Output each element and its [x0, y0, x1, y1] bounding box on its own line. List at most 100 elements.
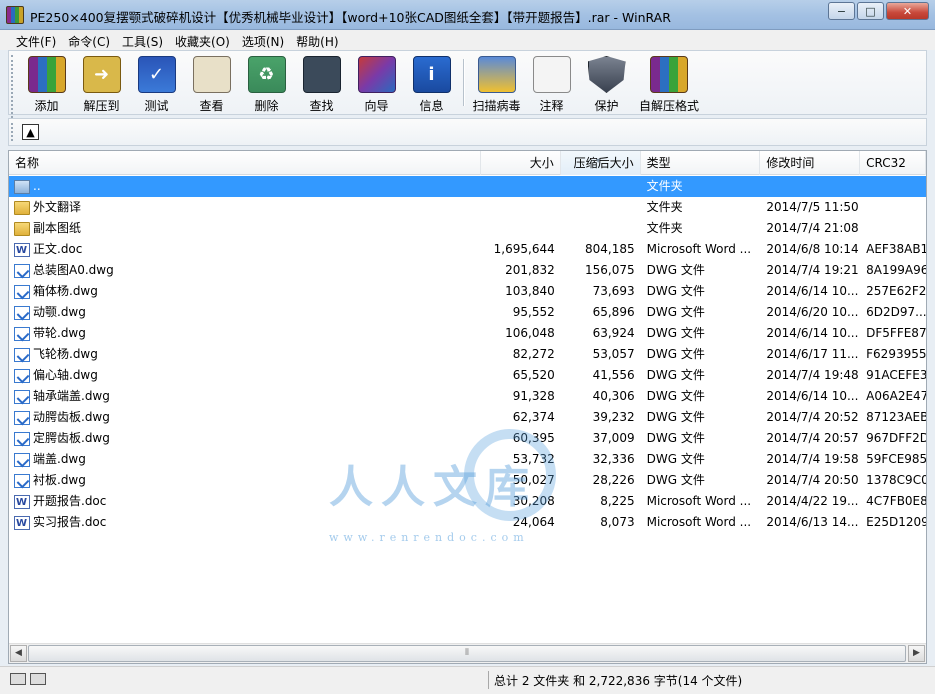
- file-list-header: 名称 大小 ▾ 压缩后大小 类型 修改时间 CRC32: [9, 151, 926, 175]
- scrollbar-thumb[interactable]: ⦀: [28, 645, 906, 662]
- file-row[interactable]: 定腭齿板.dwg 60,395 37,009 DWG 文件 2014/7/4 20:57…: [9, 428, 926, 449]
- word-doc-icon: [14, 492, 30, 512]
- file-row[interactable]: 偏心轴.dwg 65,520 41,556 DWG 文件 2014/7/4 19:48 9…: [9, 365, 926, 386]
- column-header-name[interactable]: 名称: [9, 151, 481, 175]
- toolbar: 添加 ➜ 解压到 ✓ 测试 查看 ♻ 删除 查找 向导 i 信息 扫描病毒 注释…: [8, 50, 927, 118]
- winrar-app-icon[interactable]: [6, 6, 24, 24]
- file-row[interactable]: .. 文件夹: [9, 176, 926, 197]
- add-button[interactable]: 添加: [19, 51, 74, 114]
- file-row[interactable]: 开题报告.doc 30,208 8,225 Microsoft Word ... 201…: [9, 491, 926, 512]
- close-button[interactable]: ✕: [886, 2, 929, 20]
- file-row[interactable]: 实习报告.doc 24,064 8,073 Microsoft Word ... 201…: [9, 512, 926, 533]
- window-controls: − □ ✕: [828, 2, 929, 20]
- file-modified-cell: 2014/7/4 19:21: [766, 263, 859, 277]
- view-button[interactable]: 查看: [184, 51, 239, 114]
- file-name: 轴承端盖.dwg: [33, 389, 110, 403]
- file-crc-cell: 59FCE985: [866, 452, 927, 466]
- file-name: 外文翻译: [33, 200, 82, 214]
- file-row[interactable]: 副本图纸 文件夹 2014/7/4 21:08: [9, 218, 926, 239]
- file-crc-cell: 967DFF2D: [866, 431, 927, 445]
- column-header-modified[interactable]: 修改时间: [760, 151, 861, 175]
- file-row[interactable]: 总装图A0.dwg 201,832 156,075 DWG 文件 2014/7/4 19…: [9, 260, 926, 281]
- column-header-type[interactable]: 类型: [641, 151, 761, 175]
- file-row[interactable]: 外文翻译 文件夹 2014/7/5 11:50: [9, 197, 926, 218]
- menu-file[interactable]: 文件(F): [10, 30, 62, 50]
- file-row[interactable]: 衬板.dwg 50,027 28,226 DWG 文件 2014/7/4 20:50 13…: [9, 470, 926, 491]
- virus-scan-button[interactable]: 扫描病毒: [469, 51, 524, 114]
- wizard-button[interactable]: 向导: [349, 51, 404, 114]
- file-size-cell: 60,395: [512, 431, 555, 445]
- file-type-cell: DWG 文件: [646, 410, 705, 424]
- file-modified-cell: 2014/7/4 21:08: [766, 221, 859, 235]
- horizontal-scrollbar[interactable]: ◀ ⦀ ▶: [9, 643, 926, 663]
- file-type-cell: DWG 文件: [646, 368, 705, 382]
- file-row[interactable]: 端盖.dwg 53,732 32,336 DWG 文件 2014/7/4 19:58 59…: [9, 449, 926, 470]
- file-modified-cell: 2014/7/4 19:48: [766, 368, 859, 382]
- column-header-size[interactable]: 大小: [481, 151, 561, 175]
- extract-to-label: 解压到: [83, 99, 120, 113]
- address-bar-grip[interactable]: [11, 123, 13, 141]
- status-bar: 总计 2 文件夹 和 2,722,836 字节(14 个文件): [0, 666, 935, 694]
- sfx-button[interactable]: 自解压格式: [634, 51, 704, 114]
- file-name-cell: 开题报告.doc: [9, 491, 481, 512]
- file-type-cell: 文件夹: [646, 200, 683, 214]
- file-row[interactable]: 箱体杨.dwg 103,840 73,693 DWG 文件 2014/6/14 10..…: [9, 281, 926, 302]
- file-modified-cell: 2014/6/14 10...: [766, 389, 859, 403]
- menu-favorites[interactable]: 收藏夹(O): [169, 30, 236, 50]
- key-icon[interactable]: [30, 673, 46, 685]
- menu-commands[interactable]: 命令(C): [62, 30, 116, 50]
- up-arrow-icon: ▲: [26, 125, 35, 139]
- file-name-cell: 副本图纸: [9, 218, 481, 239]
- dwg-file-icon: [14, 473, 30, 488]
- parent-folder-icon: [14, 179, 30, 194]
- find-button[interactable]: 查找: [294, 51, 349, 114]
- file-row[interactable]: 带轮.dwg 106,048 63,924 DWG 文件 2014/6/14 10...…: [9, 323, 926, 344]
- file-name: 开题报告.doc: [33, 494, 107, 508]
- column-header-packed[interactable]: ▾ 压缩后大小: [560, 151, 641, 175]
- file-rows: .. 文件夹 外文翻译 文件夹 2014/7/5 11:50 副本图纸 文件夹 2014/7/…: [9, 176, 926, 533]
- file-name-cell: 正文.doc: [9, 239, 481, 260]
- status-icons: [10, 673, 48, 687]
- dwg-file-icon: [14, 452, 30, 467]
- menu-tools[interactable]: 工具(S): [116, 30, 169, 50]
- extract-to-button[interactable]: ➜ 解压到: [74, 51, 129, 114]
- comment-pencil-icon: [532, 56, 571, 93]
- column-header-crc[interactable]: CRC32: [860, 151, 926, 175]
- scroll-right-icon[interactable]: ▶: [908, 645, 925, 662]
- file-packed-cell: [561, 197, 641, 218]
- comment-label: 注释: [539, 99, 564, 113]
- protect-button[interactable]: 保护: [579, 51, 634, 114]
- file-size-cell: 106,048: [505, 326, 555, 340]
- file-row[interactable]: 轴承端盖.dwg 91,328 40,306 DWG 文件 2014/6/14 10..…: [9, 386, 926, 407]
- menu-bar: 文件(F) 命令(C) 工具(S) 收藏夹(O) 选项(N) 帮助(H): [0, 30, 935, 50]
- dwg-file-icon: [14, 410, 30, 425]
- toolbar-grip[interactable]: [11, 55, 19, 118]
- file-row[interactable]: 动颚.dwg 95,552 65,896 DWG 文件 2014/6/20 10... 6…: [9, 302, 926, 323]
- file-packed-cell: 28,226: [592, 473, 635, 487]
- file-type-cell: Microsoft Word ...: [646, 242, 752, 256]
- menu-help[interactable]: 帮助(H): [290, 30, 344, 50]
- restore-button[interactable]: □: [857, 2, 884, 20]
- delete-button[interactable]: ♻ 删除: [239, 51, 294, 114]
- window-title: PE250×400复摆颚式破碎机设计【优秀机械毕业设计】【word+10张CAD…: [30, 10, 671, 25]
- file-row[interactable]: 飞轮杨.dwg 82,272 53,057 DWG 文件 2014/6/17 11...…: [9, 344, 926, 365]
- up-folder-button[interactable]: ▲: [22, 124, 39, 140]
- comment-button[interactable]: 注释: [524, 51, 579, 114]
- file-row[interactable]: 动腭齿板.dwg 62,374 39,232 DWG 文件 2014/7/4 20:52…: [9, 407, 926, 428]
- info-button[interactable]: i 信息: [404, 51, 459, 114]
- file-type-cell: DWG 文件: [646, 452, 705, 466]
- drive-icon[interactable]: [10, 673, 26, 685]
- minimize-button[interactable]: −: [828, 2, 855, 20]
- title-bar[interactable]: PE250×400复摆颚式破碎机设计【优秀机械毕业设计】【word+10张CAD…: [0, 0, 935, 30]
- file-name: 正文.doc: [33, 242, 83, 256]
- file-name-cell: 偏心轴.dwg: [9, 365, 481, 386]
- scroll-left-icon[interactable]: ◀: [10, 645, 27, 662]
- info-icon: i: [412, 56, 451, 93]
- file-type-cell: DWG 文件: [646, 326, 705, 340]
- file-name: 副本图纸: [33, 221, 82, 235]
- protect-label: 保护: [594, 99, 619, 113]
- file-crc-cell: F6293955: [866, 347, 927, 361]
- menu-options[interactable]: 选项(N): [236, 30, 290, 50]
- test-button[interactable]: ✓ 测试: [129, 51, 184, 114]
- file-row[interactable]: 正文.doc 1,695,644 804,185 Microsoft Word ...…: [9, 239, 926, 260]
